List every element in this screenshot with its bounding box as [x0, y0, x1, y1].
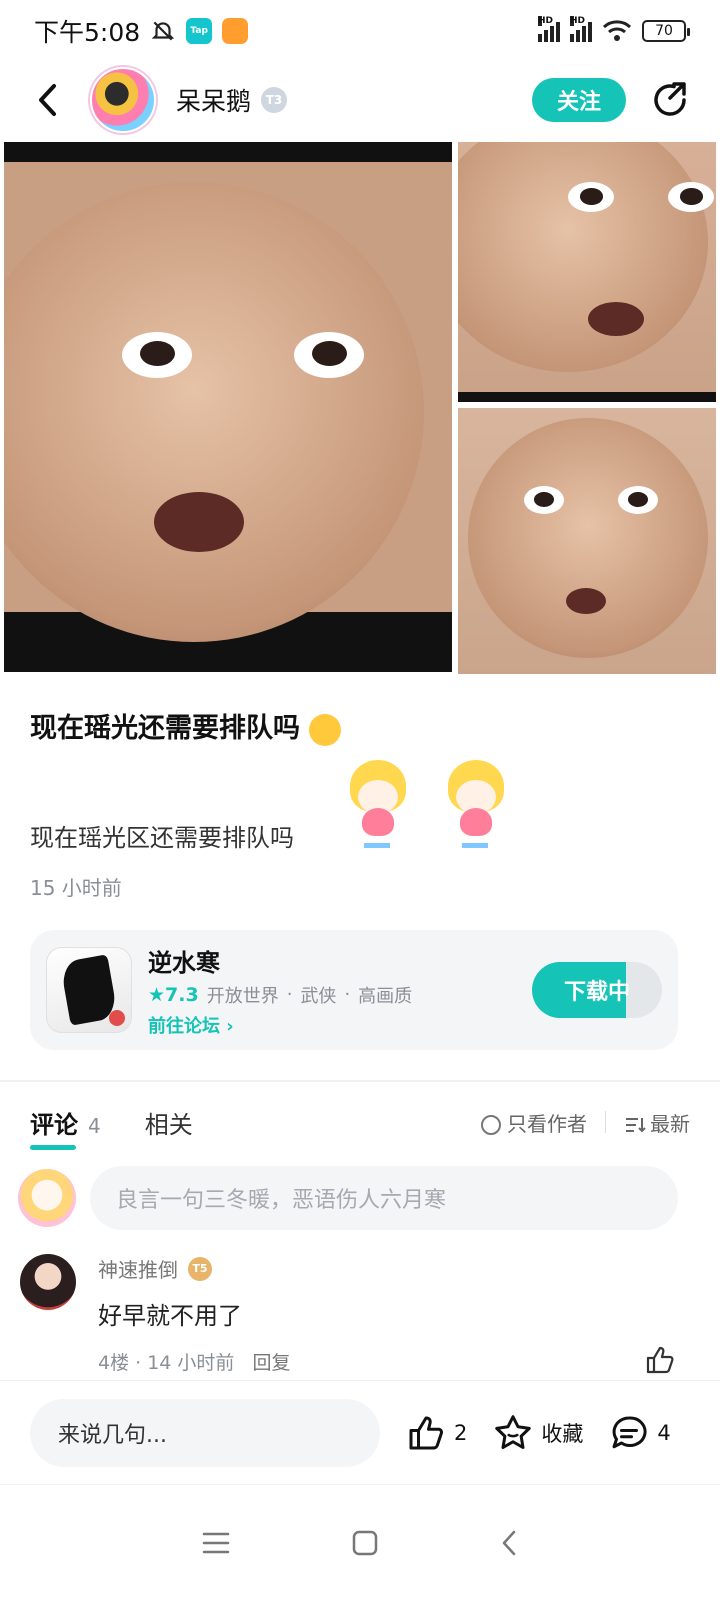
- tab-related[interactable]: 相关: [145, 1105, 193, 1140]
- commenter-avatar[interactable]: [20, 1254, 76, 1310]
- signal-icon-2: HD: [570, 16, 592, 42]
- like-count: 2: [454, 1420, 468, 1445]
- radio-icon: [481, 1115, 501, 1135]
- thumbs-up-icon[interactable]: [644, 1344, 676, 1376]
- game-rating: ★7.3: [148, 983, 199, 1006]
- post-title: 现在瑶光还需要排队吗: [30, 706, 342, 746]
- game-name[interactable]: 逆水寒: [148, 943, 412, 978]
- chevron-left-icon: [39, 84, 56, 116]
- comment-meta: 4楼 · 14 小时前 回复: [98, 1352, 291, 1374]
- signal-icon: HD: [538, 16, 560, 42]
- game-icon[interactable]: [46, 947, 132, 1033]
- status-bar: 下午5:08 Tap HD HD 70: [0, 0, 720, 62]
- robot-app-icon: [222, 18, 249, 44]
- system-nav-bar: [0, 1484, 720, 1600]
- comment-text: 好早就不用了: [98, 1302, 242, 1330]
- author-name[interactable]: 呆呆鹅: [176, 82, 251, 118]
- comment-item: 神速推倒 T5 好早就不用了 4楼 · 14 小时前 回复: [18, 1250, 698, 1380]
- comment-bubble-icon: [612, 1415, 647, 1448]
- post-image-2[interactable]: [458, 142, 716, 402]
- wifi-icon: [602, 20, 632, 41]
- like-button[interactable]: 2: [406, 1413, 467, 1453]
- back-button[interactable]: [28, 80, 68, 120]
- level-badge: T5: [188, 1256, 212, 1281]
- anime-girl-sticker-icon-2: [440, 760, 512, 850]
- forum-link[interactable]: 前往论坛 ›: [148, 1012, 412, 1038]
- follow-button[interactable]: 关注: [532, 78, 626, 122]
- sort-button[interactable]: 最新: [624, 1108, 690, 1137]
- sort-icon: [626, 1118, 646, 1133]
- anime-girl-sticker-icon: [342, 760, 414, 850]
- reply-button[interactable]: 回复: [252, 1352, 290, 1374]
- comment-input-row: 良言一句三冬暖，恶语伤人六月寒: [18, 1166, 678, 1230]
- game-tag: 武侠: [300, 985, 337, 1007]
- comment-tabs: 评论 4 相关 只看作者 最新: [30, 1096, 690, 1150]
- collect-button[interactable]: 收藏: [493, 1413, 583, 1453]
- post-image-grid: [0, 138, 720, 678]
- game-card[interactable]: 逆水寒 ★7.3 开放世界 · 武侠 · 高画质 前往论坛 › 下载中: [30, 930, 678, 1050]
- post-body: 现在瑶光区还需要排队吗: [30, 824, 294, 852]
- post-header: 呆呆鹅 T3 关注: [0, 62, 720, 138]
- game-tag: 高画质: [358, 985, 413, 1007]
- taptap-app-icon: Tap: [186, 18, 213, 44]
- level-badge: T3: [261, 87, 288, 113]
- menu-icon[interactable]: [201, 1530, 231, 1556]
- post-timestamp: 15 小时前: [30, 876, 122, 900]
- comment-button[interactable]: 4: [609, 1413, 671, 1453]
- tab-comments[interactable]: 评论 4: [30, 1105, 101, 1150]
- section-divider: [0, 1080, 720, 1082]
- author-avatar[interactable]: [90, 67, 156, 133]
- flushed-emoji-icon: [309, 713, 342, 746]
- post-image-1[interactable]: [4, 142, 452, 672]
- my-avatar: [18, 1169, 76, 1227]
- star-icon: [495, 1414, 532, 1449]
- download-button[interactable]: 下载中: [532, 962, 662, 1018]
- share-button[interactable]: [648, 78, 692, 122]
- bottom-action-bar: 来说几句... 2 收藏 4: [0, 1380, 720, 1484]
- back-triangle-icon[interactable]: [499, 1528, 519, 1558]
- comment-count: 4: [657, 1420, 671, 1445]
- post-image-3[interactable]: [458, 408, 716, 674]
- comment-input[interactable]: 良言一句三冬暖，恶语伤人六月寒: [90, 1166, 678, 1230]
- battery-icon: 70: [642, 20, 690, 42]
- mute-bell-icon: [151, 21, 175, 41]
- home-square-icon[interactable]: [351, 1529, 379, 1557]
- commenter-name[interactable]: 神速推倒 T5: [98, 1254, 212, 1283]
- reply-input[interactable]: 来说几句...: [30, 1398, 380, 1467]
- comments-count: 4: [88, 1113, 101, 1138]
- game-meta: ★7.3 开放世界 · 武侠 · 高画质: [148, 983, 413, 1007]
- author-only-toggle[interactable]: 只看作者: [481, 1108, 587, 1137]
- thumbs-up-icon: [409, 1416, 443, 1449]
- game-tag: 开放世界: [206, 985, 279, 1007]
- status-time: 下午5:08: [34, 18, 141, 47]
- share-icon: [654, 82, 686, 116]
